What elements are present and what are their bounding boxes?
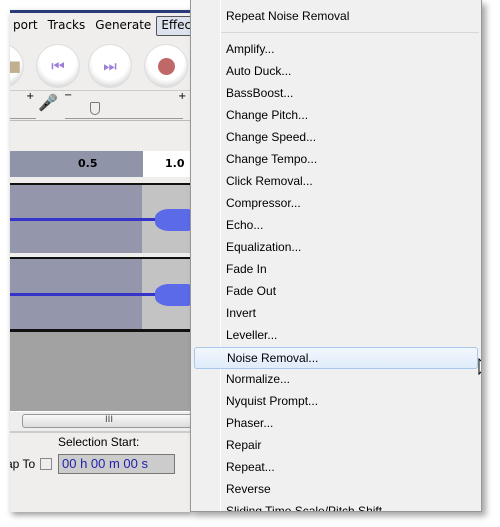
menu-export[interactable]: port <box>10 16 43 36</box>
time-value: 00 h 00 m 00 s <box>62 456 148 471</box>
tick-label: 0.5 <box>78 157 98 170</box>
effect-menu: Repeat Noise Removal Amplify... Auto Duck… <box>190 0 482 512</box>
menu-item-repeat-noise-removal[interactable]: Repeat Noise Removal <box>191 6 481 28</box>
audio-track-right[interactable] <box>10 257 191 329</box>
selection-start-field[interactable]: 00 h 00 m 00 s <box>58 454 175 474</box>
skip-end-button[interactable]: ⏭ <box>88 44 132 88</box>
skip-start-button[interactable]: ⏮ <box>36 44 80 88</box>
menu-item-repair[interactable]: Repair <box>191 435 481 457</box>
menu-item-noise-removal[interactable]: Noise Removal... <box>194 347 478 369</box>
skip-start-icon: ⏮ <box>51 57 65 75</box>
menu-item-click-removal[interactable]: Click Removal... <box>191 171 481 193</box>
output-slider-track[interactable] <box>10 118 36 119</box>
microphone-icon: 🎤 <box>38 93 58 112</box>
menu-bar: port Tracks Generate Effect <box>10 16 191 36</box>
menu-item-repeat[interactable]: Repeat... <box>191 457 481 479</box>
menu-effect[interactable]: Effect <box>156 16 191 36</box>
menu-item-normalize[interactable]: Normalize... <box>191 369 481 391</box>
menu-item-compressor[interactable]: Compressor... <box>191 193 481 215</box>
selection-start-label: Selection Start: <box>58 435 140 449</box>
stop-icon: ■ <box>10 57 23 75</box>
record-icon <box>158 58 175 75</box>
menu-item-bassboost[interactable]: BassBoost... <box>191 83 481 105</box>
audacity-window: port Tracks Generate Effect ■ ⏮ ⏭ + 🎤 − … <box>10 10 191 512</box>
waveform-burst <box>155 209 191 231</box>
input-volume-slider[interactable] <box>90 102 100 115</box>
menu-generate[interactable]: Generate <box>90 16 156 36</box>
transport-toolbar: ■ ⏮ ⏭ <box>10 39 191 91</box>
menu-item-change-speed[interactable]: Change Speed... <box>191 127 481 149</box>
waveform-burst <box>155 284 191 306</box>
menu-item-leveller[interactable]: Leveller... <box>191 325 481 347</box>
menu-item-auto-duck[interactable]: Auto Duck... <box>191 61 481 83</box>
horizontal-scrollbar[interactable]: III <box>10 411 191 429</box>
snap-to-label: ap To <box>10 457 36 471</box>
menu-item-amplify[interactable]: Amplify... <box>191 39 481 61</box>
menu-separator <box>221 32 479 33</box>
input-minus: − <box>64 90 73 101</box>
empty-track-area <box>10 329 191 411</box>
menu-item-change-tempo[interactable]: Change Tempo... <box>191 149 481 171</box>
input-slider-track[interactable] <box>65 118 183 119</box>
menu-item-sliding-time-scale-pitch-shift[interactable]: Sliding Time Scale/Pitch Shift <box>191 501 481 511</box>
tick-label: 1.0 <box>165 157 185 170</box>
stop-button[interactable]: ■ <box>10 44 24 88</box>
menu-tracks[interactable]: Tracks <box>43 16 91 36</box>
skip-end-icon: ⏭ <box>103 57 117 75</box>
menu-item-change-pitch[interactable]: Change Pitch... <box>191 105 481 127</box>
audio-track-left[interactable] <box>10 183 191 253</box>
output-plus: + <box>26 91 35 102</box>
menu-item-invert[interactable]: Invert <box>191 303 481 325</box>
menu-item-equalization[interactable]: Equalization... <box>191 237 481 259</box>
menu-item-fade-in[interactable]: Fade In <box>191 259 481 281</box>
menu-item-reverse[interactable]: Reverse <box>191 479 481 501</box>
mouse-cursor-icon <box>478 358 481 376</box>
mixer-toolbar: + 🎤 − + <box>10 90 191 121</box>
snap-to-checkbox[interactable] <box>40 458 52 470</box>
input-plus: + <box>178 91 187 102</box>
menu-item-nyquist-prompt[interactable]: Nyquist Prompt... <box>191 391 481 413</box>
menu-item-phaser[interactable]: Phaser... <box>191 413 481 435</box>
record-button[interactable] <box>144 44 188 88</box>
selection-toolbar: Selection Start: ap To 00 h 00 m 00 s <box>10 431 191 474</box>
scrollbar-thumb[interactable]: III <box>22 414 191 428</box>
menu-item-echo[interactable]: Echo... <box>191 215 481 237</box>
timeline-ruler[interactable]: 0.5 1.0 <box>10 151 191 177</box>
menu-item-fade-out[interactable]: Fade Out <box>191 281 481 303</box>
